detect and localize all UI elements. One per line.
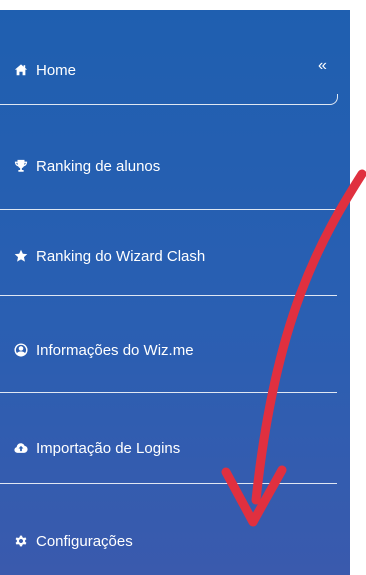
sidebar-item-ranking-wizard-clash[interactable]: Ranking do Wizard Clash xyxy=(0,236,337,276)
sidebar-item-informacoes-wizme[interactable]: Informações do Wiz.me xyxy=(0,330,337,370)
sidebar-item-label: Home xyxy=(36,61,77,79)
sidebar-item-label: Configurações xyxy=(36,532,133,550)
sidebar-item-home[interactable]: Home xyxy=(0,50,337,90)
sidebar: « Home Ranking de alunos Ranking do Wiza… xyxy=(0,10,350,575)
sidebar-item-importacao-logins[interactable]: Importação de Logins xyxy=(0,428,337,468)
sidebar-item-label: Informações do Wiz.me xyxy=(36,341,194,359)
sidebar-item-configuracoes[interactable]: Configurações xyxy=(0,521,337,561)
divider xyxy=(0,295,337,296)
divider xyxy=(0,483,337,484)
user-circle-icon xyxy=(12,341,30,359)
divider xyxy=(0,94,338,105)
sidebar-item-label: Ranking do Wizard Clash xyxy=(36,247,206,265)
sidebar-item-label: Importação de Logins xyxy=(36,439,181,457)
sidebar-item-ranking-alunos[interactable]: Ranking de alunos xyxy=(0,146,337,186)
divider xyxy=(0,392,337,393)
divider xyxy=(0,209,337,210)
home-icon xyxy=(12,61,30,79)
sidebar-item-label: Ranking de alunos xyxy=(36,157,161,175)
gear-icon xyxy=(12,532,30,550)
trophy-icon xyxy=(12,157,30,175)
cloud-upload-icon xyxy=(12,439,30,457)
star-icon xyxy=(12,247,30,265)
